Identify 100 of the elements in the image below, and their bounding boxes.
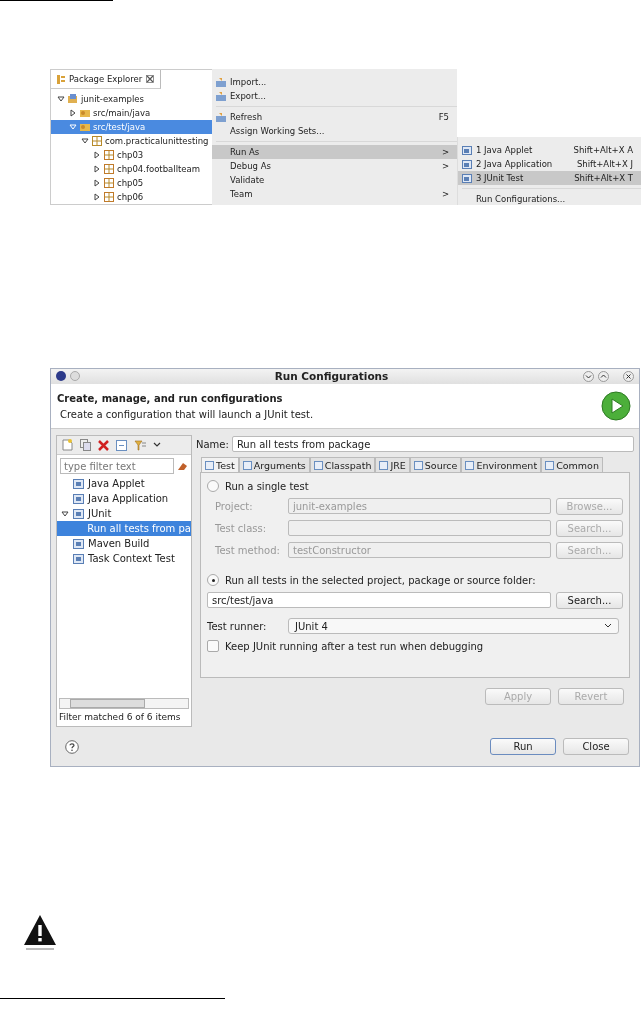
- tree-item-label: chp03: [117, 150, 144, 160]
- horizontal-scrollbar[interactable]: [59, 698, 189, 709]
- folder-field[interactable]: src/test/java: [207, 592, 551, 609]
- tab-icon: [545, 460, 555, 470]
- tree-item-label: Run all tests from pa: [87, 523, 191, 535]
- field-label: Test method:: [214, 544, 281, 556]
- tab[interactable]: JRE: [375, 457, 410, 473]
- tree-item[interactable]: src/test/java: [51, 120, 212, 134]
- tab[interactable]: Classpath: [309, 457, 376, 473]
- single-test-radio[interactable]: Run a single test: [207, 477, 623, 496]
- menu-item[interactable]: Team >: [212, 187, 457, 201]
- filter-icon[interactable]: [134, 439, 146, 451]
- tab-icon: [465, 460, 475, 470]
- warning-icon: [22, 913, 58, 953]
- tree-item[interactable]: Maven Build: [57, 536, 191, 552]
- tree-item[interactable]: chp04.footballteam: [51, 162, 212, 176]
- keep-running-checkbox[interactable]: Keep JUnit running after a test run when debugging: [207, 637, 623, 656]
- tree-item[interactable]: junit-examples: [51, 92, 212, 106]
- run-button[interactable]: Run: [490, 738, 556, 755]
- expander-icon[interactable]: [93, 165, 101, 173]
- runner-label: Test runner:: [207, 620, 268, 632]
- tree-item-label: Maven Build: [88, 538, 150, 550]
- tree-item-label: junit-examples: [81, 94, 144, 104]
- tab[interactable]: Environment: [461, 457, 542, 473]
- tab-icon: [313, 460, 323, 470]
- minimize-icon[interactable]: [583, 370, 594, 382]
- help-icon[interactable]: [65, 739, 79, 754]
- menu-item[interactable]: Import...: [212, 75, 457, 89]
- menu-item[interactable]: Run Configurations...: [458, 192, 641, 206]
- menu-item[interactable]: Assign Working Sets...: [212, 124, 457, 138]
- tree-item[interactable]: com.practicalunittesting: [51, 134, 212, 148]
- tree-item[interactable]: Task Context Test: [57, 551, 191, 567]
- tab[interactable]: Source: [409, 457, 462, 473]
- menu-item[interactable]: 1 Java Applet Shift+Alt+X A: [458, 143, 641, 157]
- tree-item-label: Java Application: [88, 493, 169, 505]
- tab-label: Package Explorer: [69, 74, 143, 84]
- radio-button[interactable]: [207, 480, 219, 493]
- menu-item[interactable]: Debug As >: [212, 159, 457, 173]
- tab[interactable]: Common: [541, 457, 603, 473]
- close-icon[interactable]: [146, 75, 155, 83]
- menu-item[interactable]: Refresh F5: [212, 110, 457, 124]
- name-field[interactable]: Run all tests from package: [231, 436, 634, 453]
- tree-item[interactable]: chp03: [51, 148, 212, 162]
- tab[interactable]: Arguments: [238, 457, 310, 473]
- collapse-icon[interactable]: [116, 439, 127, 451]
- launch-type-icon: [73, 538, 84, 549]
- launch-icon: [462, 145, 472, 155]
- tree-item[interactable]: chp06: [51, 190, 212, 204]
- expander-icon[interactable]: [81, 137, 89, 145]
- new-file-icon[interactable]: [62, 439, 73, 452]
- expander-icon[interactable]: [57, 95, 65, 103]
- menu-item[interactable]: Export...: [212, 89, 457, 103]
- tree-item-label: Java Applet: [88, 478, 145, 490]
- tree-item[interactable]: Java Applet: [57, 476, 191, 492]
- header-title: Create, manage, and run configurations: [57, 392, 284, 404]
- expander-icon[interactable]: [61, 509, 69, 518]
- tab[interactable]: Test: [201, 457, 239, 473]
- maximize-icon[interactable]: [598, 370, 609, 382]
- tree-item[interactable]: JUnit: [57, 506, 191, 522]
- tree-item-label: src/test/java: [93, 122, 146, 132]
- menu-item[interactable]: Run As >: [212, 145, 457, 159]
- launch-type-icon: [73, 493, 84, 504]
- header-subtitle: Create a configuration that will launch a JUnit test.: [59, 408, 315, 420]
- folder-icon: [80, 122, 90, 132]
- caret-icon[interactable]: [153, 442, 161, 449]
- runner-dropdown[interactable]: JUnit 4: [288, 618, 619, 635]
- close-icon[interactable]: [623, 370, 634, 382]
- tab-icon: [242, 460, 252, 470]
- launch-icon: [462, 173, 472, 183]
- package-explorer-tab[interactable]: Package Explorer: [51, 70, 162, 89]
- copy-icon[interactable]: [80, 439, 91, 452]
- menu-item[interactable]: 3 JUnit Test Shift+Alt+X T: [458, 171, 641, 185]
- package-icon: [104, 164, 114, 174]
- all-tests-radio[interactable]: Run all tests in the selected project, package or source folder:: [207, 571, 623, 590]
- folder-icon: [80, 108, 90, 118]
- eraser-icon[interactable]: [177, 461, 188, 471]
- tree-item[interactable]: Java Application: [57, 491, 191, 507]
- package-icon: [104, 150, 114, 160]
- expander-icon[interactable]: [69, 109, 77, 117]
- package-icon: [104, 192, 114, 202]
- close-button[interactable]: Close: [563, 738, 629, 755]
- search-button[interactable]: Search...: [556, 591, 623, 609]
- tree-item[interactable]: chp05: [51, 176, 212, 190]
- tree-item[interactable]: Run all tests from pa: [57, 521, 191, 537]
- project-icon: [68, 94, 78, 104]
- radio-button[interactable]: [207, 574, 219, 587]
- menu-item[interactable]: Validate: [212, 173, 457, 187]
- checkbox[interactable]: [207, 640, 219, 653]
- delete-icon[interactable]: [98, 439, 109, 451]
- checkbox-label: Keep JUnit running after a test run when debugging: [225, 640, 484, 652]
- app-icon: [56, 371, 66, 382]
- launch-type-icon: [73, 508, 84, 519]
- menu-item[interactable]: 2 Java Application Shift+Alt+X J: [458, 157, 641, 171]
- expander-icon[interactable]: [93, 151, 101, 159]
- tree-item[interactable]: src/main/java: [51, 106, 212, 120]
- expander-icon[interactable]: [93, 193, 101, 201]
- expander-icon[interactable]: [93, 179, 101, 187]
- tab-icon: [379, 460, 389, 470]
- filter-field[interactable]: type filter text: [60, 458, 174, 475]
- name-label: Name:: [196, 438, 229, 450]
